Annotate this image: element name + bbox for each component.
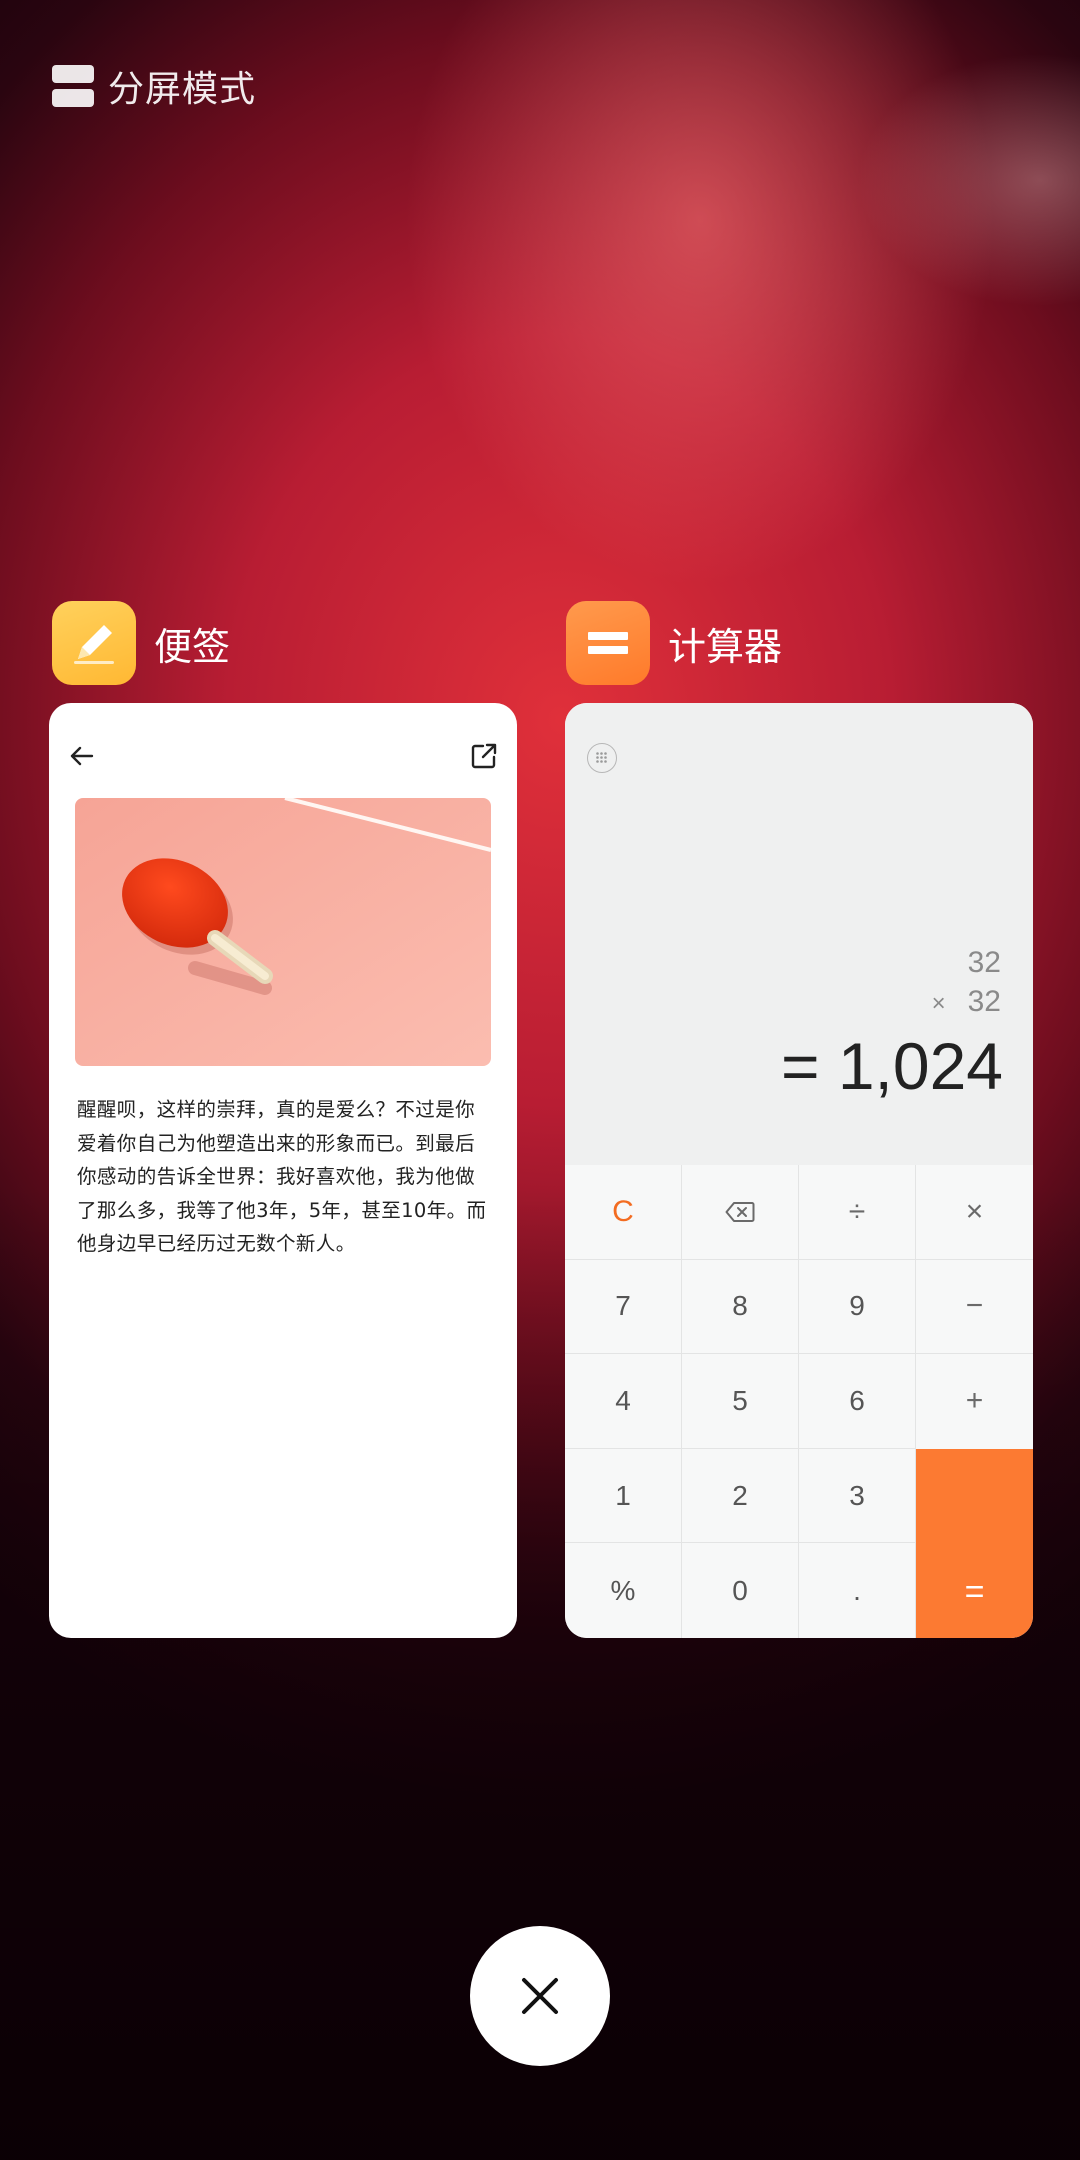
key-equals[interactable]: = — [916, 1448, 1033, 1638]
menu-dots-icon[interactable] — [587, 743, 617, 773]
calculator-app-title: 计算器 — [668, 624, 783, 669]
split-screen-icon — [52, 65, 94, 107]
notes-app-header[interactable]: 便签 — [52, 601, 230, 685]
close-all-button[interactable] — [470, 1926, 610, 2066]
split-screen-mode-button[interactable]: 分屏模式 — [52, 60, 256, 112]
close-icon — [522, 1978, 558, 2014]
share-icon[interactable] — [469, 741, 499, 771]
back-arrow-icon[interactable] — [67, 741, 97, 771]
calculator-app-header[interactable]: 计算器 — [566, 601, 782, 685]
key-8[interactable]: 8 — [682, 1259, 799, 1355]
notes-app-title: 便签 — [154, 624, 231, 669]
calculator-operator: × — [931, 990, 946, 1017]
pencil-icon — [74, 625, 114, 664]
key-minus[interactable]: − — [916, 1259, 1033, 1355]
calculator-operand-1: 32 — [967, 946, 1001, 979]
note-body-text: 醒醒呗，这样的崇拜，真的是爱么？不过是你爱着你自己为他塑造出来的形象而已。到最后… — [77, 1098, 487, 1255]
key-4[interactable]: 4 — [565, 1354, 682, 1449]
key-1[interactable]: 1 — [565, 1448, 682, 1544]
key-7[interactable]: 7 — [565, 1259, 682, 1355]
calculator-app-card[interactable]: 32 × 32 = 1,024 C ÷ × 7 8 9 − 4 5 6 + 1 2… — [565, 703, 1033, 1638]
key-decimal[interactable]: . — [799, 1543, 916, 1638]
calculator-result: = 1,024 — [780, 1029, 1003, 1103]
key-2[interactable]: 2 — [682, 1448, 799, 1544]
key-percent[interactable]: % — [565, 1543, 682, 1638]
key-5[interactable]: 5 — [682, 1354, 799, 1449]
notes-toolbar — [49, 703, 517, 813]
note-photo-ping-pong-paddle — [75, 798, 491, 1066]
key-3[interactable]: 3 — [799, 1448, 916, 1544]
calculator-display: 32 × 32 = 1,024 — [565, 703, 1033, 1165]
key-0[interactable]: 0 — [682, 1543, 799, 1638]
calculator-operand-2-line: × 32 — [932, 985, 1001, 1019]
key-9[interactable]: 9 — [799, 1259, 916, 1355]
key-6[interactable]: 6 — [799, 1354, 916, 1449]
key-multiply[interactable]: × — [916, 1165, 1033, 1260]
notes-app-card[interactable]: 醒醒呗，这样的崇拜，真的是爱么？不过是你爱着你自己为他塑造出来的形象而已。到最后… — [49, 703, 517, 1638]
calculator-app-icon — [566, 601, 650, 685]
notes-app-icon — [52, 601, 136, 685]
calculator-keypad: C ÷ × 7 8 9 − 4 5 6 + 1 2 3 % 0 . = — [565, 1165, 1033, 1638]
equals-icon — [588, 632, 628, 654]
key-divide[interactable]: ÷ — [799, 1165, 916, 1260]
key-clear[interactable]: C — [565, 1165, 682, 1260]
key-backspace[interactable] — [682, 1165, 799, 1260]
split-screen-label: 分屏模式 — [108, 69, 257, 110]
backspace-icon — [725, 1201, 755, 1222]
key-plus[interactable]: + — [916, 1354, 1033, 1449]
calculator-operand-2: 32 — [967, 985, 1001, 1018]
